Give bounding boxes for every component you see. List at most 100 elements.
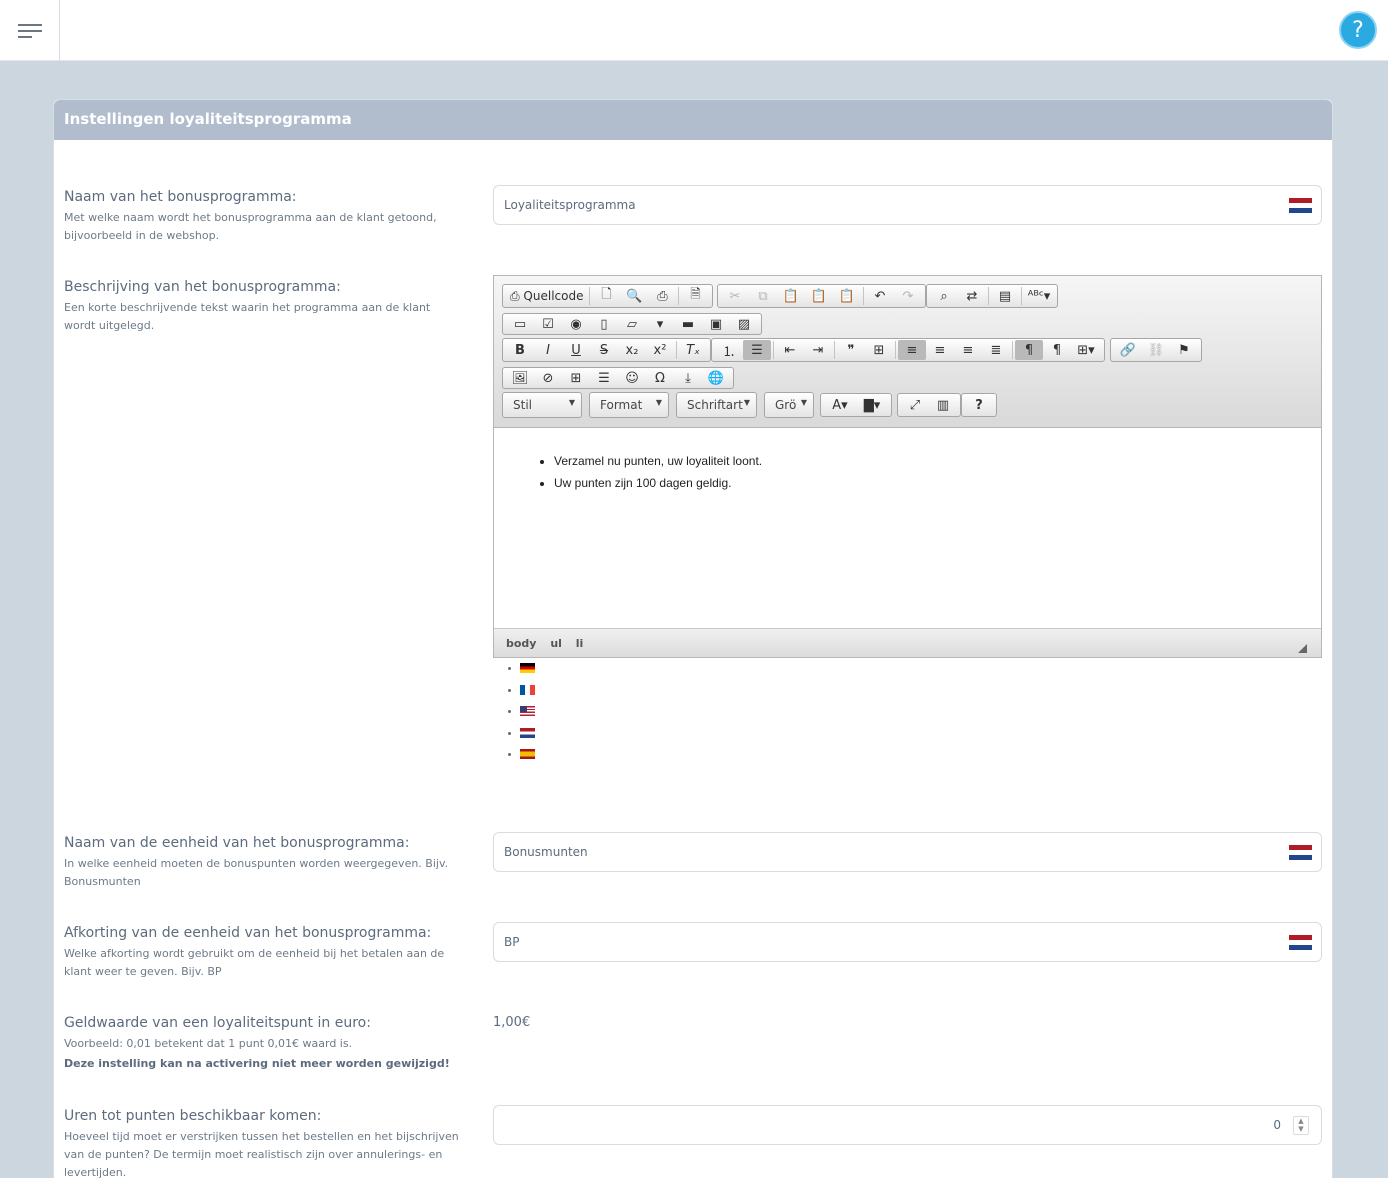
flag-nl-icon[interactable] <box>520 727 535 738</box>
help-button[interactable]: ? <box>1339 11 1377 49</box>
flag-nl-icon[interactable] <box>1289 845 1312 860</box>
anchor-icon[interactable]: ⚑ <box>1170 340 1198 360</box>
copy-icon[interactable]: ⧉ <box>749 286 777 306</box>
numbered-list-icon[interactable]: ⒈ <box>715 340 743 360</box>
find-icon[interactable]: ⌕ <box>930 286 958 306</box>
font-combo[interactable]: Schriftart ▼ <box>676 392 757 418</box>
flash-icon[interactable]: ⊘ <box>534 368 562 388</box>
cut-icon[interactable]: ✂ <box>721 286 749 306</box>
superscript-icon[interactable]: x² <box>646 340 674 360</box>
unit-name-field <box>493 832 1322 872</box>
iframe-icon[interactable]: 🌐 <box>702 368 730 388</box>
image-button-icon[interactable]: ▣ <box>702 314 730 334</box>
select-icon[interactable]: ▾ <box>646 314 674 334</box>
hours-field[interactable]: 0 ▲ ▼ <box>493 1105 1322 1145</box>
bulleted-list-icon[interactable]: ☰ <box>743 340 771 360</box>
bg-color-icon[interactable]: ▇▾ <box>856 395 888 415</box>
text-color-icon[interactable]: A▾ <box>824 395 856 415</box>
about-icon[interactable]: ? <box>965 395 993 415</box>
toolbar-group-paragraph: ⒈ ☰ ⇤ ⇥ ❞ ⊞ ≡ ≡ ≡ ≣ ¶ ¶ ⊞▾ <box>711 338 1105 362</box>
blockquote-icon[interactable]: ❞ <box>837 340 865 360</box>
hours-value: 0 <box>1273 1118 1281 1132</box>
textarea-icon[interactable]: ▱ <box>618 314 646 334</box>
table-icon[interactable]: ⊞ <box>562 368 590 388</box>
align-right-icon[interactable]: ≡ <box>954 340 982 360</box>
name-label: Naam van het bonusprogramma: <box>64 189 297 205</box>
element-path-bar: body ul li <box>494 628 1321 657</box>
style-combo[interactable]: Stil ▼ <box>502 392 582 418</box>
bold-icon[interactable]: B <box>506 340 534 360</box>
image-icon[interactable]: 🖼 <box>506 368 534 388</box>
subscript-icon[interactable]: x₂ <box>618 340 646 360</box>
show-blocks-icon[interactable]: ▥ <box>929 395 957 415</box>
toolbar-group-about: ? <box>961 393 997 417</box>
panel-title: Instellingen loyaliteitsprogramma <box>54 100 1332 140</box>
print-icon[interactable]: ⎙ <box>648 286 676 306</box>
paste-word-icon[interactable]: 📋 <box>833 286 861 306</box>
select-all-icon[interactable]: ▤ <box>991 286 1019 306</box>
replace-icon[interactable]: ⇄ <box>958 286 986 306</box>
ltr-icon[interactable]: ¶ <box>1015 340 1043 360</box>
redo-icon[interactable]: ↷ <box>894 286 922 306</box>
preview-icon[interactable]: 🔍 <box>620 286 648 306</box>
flag-us-icon[interactable] <box>520 706 535 716</box>
justify-icon[interactable]: ≣ <box>982 340 1010 360</box>
menu-button[interactable] <box>0 0 60 61</box>
path-body[interactable]: body <box>506 637 536 650</box>
horizontal-rule-icon[interactable]: ☰ <box>590 368 618 388</box>
undo-icon[interactable]: ↶ <box>866 286 894 306</box>
description-hint: Een korte beschrijvende tekst waarin het… <box>64 301 431 332</box>
unlink-icon[interactable]: ⛓ <box>1142 340 1170 360</box>
underline-icon[interactable]: U <box>562 340 590 360</box>
div-icon[interactable]: ⊞ <box>865 340 893 360</box>
page-break-icon[interactable]: ⤓ <box>674 368 702 388</box>
rtl-icon[interactable]: ¶ <box>1043 340 1071 360</box>
outdent-icon[interactable]: ⇤ <box>776 340 804 360</box>
remove-format-icon[interactable]: Tₓ <box>679 340 707 360</box>
align-center-icon[interactable]: ≡ <box>926 340 954 360</box>
link-icon[interactable]: 🔗 <box>1114 340 1142 360</box>
flag-es-icon[interactable] <box>520 749 535 759</box>
spellcheck-icon[interactable]: ᴬᴮᶜ▾ <box>1024 286 1054 306</box>
textfield-icon[interactable]: ▯ <box>590 314 618 334</box>
abbreviation-input[interactable] <box>494 923 1254 961</box>
language-item-us <box>520 706 535 728</box>
strike-icon[interactable]: S <box>590 340 618 360</box>
path-li[interactable]: li <box>576 637 584 650</box>
maximize-icon[interactable]: ⤢ <box>901 395 929 415</box>
language-icon[interactable]: ⊞▾ <box>1071 340 1101 360</box>
source-button[interactable]: ⎙ Quellcode <box>506 286 587 306</box>
templates-icon[interactable]: 🗎 <box>681 286 709 306</box>
content-item: Verzamel nu punten, uw loyaliteit loont. <box>554 450 1321 472</box>
unit-label-group: Naam van de eenheid van het bonusprogram… <box>64 834 464 891</box>
indent-icon[interactable]: ⇥ <box>804 340 832 360</box>
spinner-icon[interactable]: ▲ ▼ <box>1293 1116 1309 1135</box>
align-left-icon[interactable]: ≡ <box>898 340 926 360</box>
flag-nl-icon[interactable] <box>1289 198 1312 213</box>
program-name-input[interactable] <box>494 186 1254 224</box>
smiley-icon[interactable]: ☺ <box>618 368 646 388</box>
new-page-icon[interactable]: 🗋 <box>592 286 620 306</box>
special-char-icon[interactable]: Ω <box>646 368 674 388</box>
toolbar-group-basic: B I U S x₂ x² Tₓ <box>502 338 711 362</box>
resize-handle[interactable] <box>1298 644 1307 653</box>
flag-nl-icon[interactable] <box>1289 935 1312 950</box>
hidden-field-icon[interactable]: ▨ <box>730 314 758 334</box>
language-item-nl <box>520 727 535 750</box>
flag-de-icon[interactable] <box>520 663 535 673</box>
toolbar-group-tools: ⤢ ▥ <box>897 393 961 417</box>
button-icon[interactable]: ▬ <box>674 314 702 334</box>
form-icon[interactable]: ▭ <box>506 314 534 334</box>
unit-name-input[interactable] <box>494 833 1254 871</box>
radio-icon[interactable]: ◉ <box>562 314 590 334</box>
italic-icon[interactable]: I <box>534 340 562 360</box>
size-combo[interactable]: Grö ▼ <box>764 392 814 418</box>
flag-fr-icon[interactable] <box>520 684 535 695</box>
format-combo[interactable]: Format ▼ <box>589 392 669 418</box>
checkbox-icon[interactable]: ☑ <box>534 314 562 334</box>
format-combo-label: Format <box>600 398 643 412</box>
path-ul[interactable]: ul <box>550 637 562 650</box>
paste-text-icon[interactable]: 📋 <box>805 286 833 306</box>
paste-icon[interactable]: 📋 <box>777 286 805 306</box>
editor-content[interactable]: Verzamel nu punten, uw loyaliteit loont.… <box>494 428 1321 628</box>
